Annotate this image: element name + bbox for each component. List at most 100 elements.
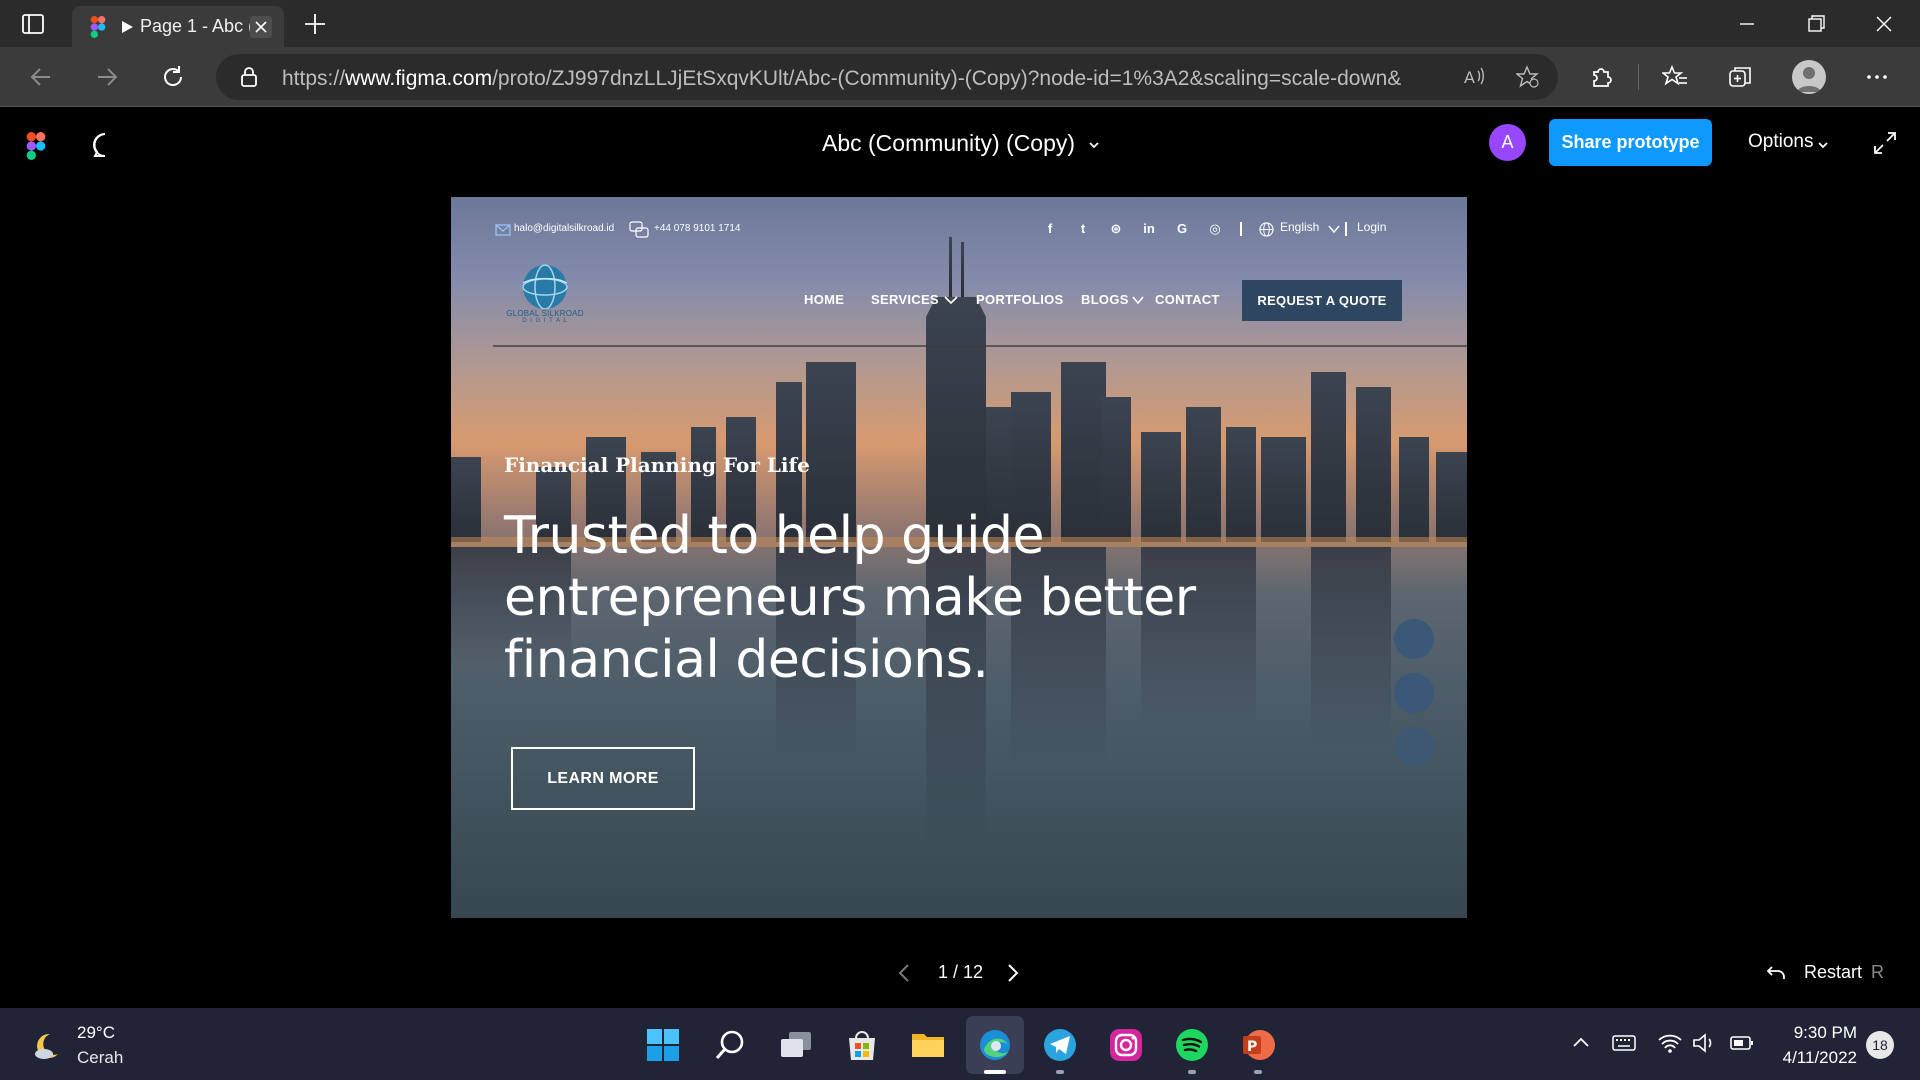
learn-more-button[interactable]: LEARN MORE [511,747,695,810]
forward-icon[interactable] [94,64,120,90]
lock-icon[interactable] [238,66,260,88]
nav-home[interactable]: HOME [804,292,844,307]
slider-dot-2[interactable] [1394,673,1434,713]
wifi-icon[interactable] [1657,1030,1683,1056]
hero-headline: Trusted to help guide entrepreneurs make… [504,505,1204,691]
weather-temperature[interactable]: 29°C [77,1023,115,1043]
refresh-icon[interactable] [160,64,186,90]
minimize-icon[interactable] [1735,12,1759,36]
microsoft-store-icon[interactable] [843,1026,881,1064]
task-view-icon[interactable] [777,1026,815,1064]
previous-frame-icon[interactable] [896,962,914,984]
instagram-icon[interactable] [1107,1026,1145,1064]
telegram-icon[interactable] [1041,1026,1079,1064]
back-icon[interactable] [28,64,54,90]
close-window-icon[interactable] [1872,12,1896,36]
page-counter: 1 / 12 [938,962,984,982]
contact-phone[interactable]: +44 078 9101 1714 [654,223,740,234]
new-tab-icon[interactable] [302,11,328,37]
svg-text:P: P [1247,1039,1257,1055]
contact-email[interactable]: halo@digitalsilkroad.id [514,223,614,234]
headline-line-2: entrepreneurs make better [504,568,1196,628]
weather-condition[interactable]: Cerah [77,1048,123,1068]
svg-text:A: A [1464,68,1475,87]
dribbble-icon[interactable]: ⊛ [1108,221,1124,237]
restart-icon[interactable] [1766,965,1786,981]
extensions-icon[interactable] [1588,64,1614,90]
comment-icon[interactable] [91,131,119,159]
file-title[interactable]: Abc (Community) (Copy) [822,130,1075,157]
powerpoint-running-indicator [1254,1070,1262,1074]
site-logo[interactable]: GLOBAL SILKROAD D I G I T A L [505,263,585,329]
tab-title: Page 1 - Abc (Community) (Copy) [140,16,262,36]
windows-taskbar: 29°C Cerah P 9:30 PM 4/11/2022 18 [0,1008,1920,1080]
toolbar-divider [1638,64,1639,90]
linkedin-icon[interactable]: in [1141,221,1157,237]
favorites-icon[interactable] [1662,64,1688,90]
nav-portfolios[interactable]: PORTFOLIOS [976,292,1064,307]
slider-dot-3[interactable] [1394,727,1434,767]
twitter-icon[interactable]: t [1075,221,1091,237]
notification-badge[interactable]: 18 [1866,1031,1894,1059]
show-hidden-icons-icon[interactable] [1568,1030,1594,1056]
restart-shortcut: R [1871,962,1884,982]
nav-contact[interactable]: CONTACT [1155,292,1220,307]
figma-toolbar: Abc (Community) (Copy) A Share prototype… [0,108,1920,179]
figma-logo-icon[interactable] [26,132,46,160]
address-bar[interactable]: https://www.figma.com/proto/ZJ997dnzLLJj… [216,54,1558,100]
clock-date[interactable]: 4/11/2022 [1772,1048,1857,1068]
battery-icon[interactable] [1729,1030,1755,1056]
powerpoint-icon[interactable]: P [1239,1026,1277,1064]
search-icon[interactable] [711,1026,749,1064]
headline-line-3: financial decisions. [504,630,989,690]
google-icon[interactable]: G [1174,221,1190,237]
restart-button[interactable]: Restart [1804,962,1862,983]
edge-browser-icon[interactable] [976,1026,1014,1064]
prototype-frame[interactable]: halo@digitalsilkroad.id +44 078 9101 171… [451,197,1467,918]
tab-actions-icon[interactable] [21,12,45,36]
language-selector[interactable]: English [1280,220,1319,234]
facebook-icon[interactable]: f [1042,221,1058,237]
browser-tab-active[interactable]: Page 1 - Abc (Community) (Copy) [72,6,284,47]
divider [1240,222,1242,236]
spotify-icon[interactable] [1173,1026,1211,1064]
globe-icon [1259,222,1274,237]
chevron-down-icon[interactable] [1087,138,1101,152]
play-icon [122,20,133,33]
request-quote-button[interactable]: REQUEST A QUOTE [1242,280,1402,321]
globe-logo-icon [522,264,568,309]
add-favorite-icon[interactable] [1516,65,1540,89]
more-options-icon[interactable] [1864,64,1890,90]
next-frame-icon[interactable] [1003,962,1021,984]
nav-blogs[interactable]: BLOGS [1081,292,1129,307]
options-chevron-icon[interactable] [1817,139,1829,151]
options-menu[interactable]: Options [1748,131,1813,153]
figma-favicon-icon [90,15,106,38]
file-explorer-icon[interactable] [909,1026,947,1064]
share-prototype-button[interactable]: Share prototype [1549,119,1712,166]
clock-time[interactable]: 9:30 PM [1772,1023,1857,1043]
blogs-chevron-icon[interactable] [1132,295,1144,305]
profile-icon [1797,67,1821,92]
instagram-icon[interactable]: ◎ [1207,221,1223,237]
moon-weather-icon[interactable] [30,1030,62,1062]
language-chevron-icon[interactable] [1328,224,1340,234]
services-chevron-icon[interactable] [944,295,958,305]
volume-icon[interactable] [1691,1030,1717,1056]
url-text[interactable]: https://www.figma.com/proto/ZJ997dnzLLJj… [282,67,1402,91]
collections-icon[interactable] [1727,64,1753,90]
user-avatar[interactable]: A [1489,124,1526,161]
windows-start-icon[interactable] [644,1026,682,1064]
slider-dot-1[interactable] [1394,619,1434,659]
login-link[interactable]: Login [1357,220,1386,234]
fullscreen-icon[interactable] [1872,130,1898,156]
read-aloud-icon[interactable]: A [1462,65,1486,89]
header-divider [493,345,1467,347]
close-tab-icon[interactable] [250,16,272,38]
keyboard-icon[interactable] [1611,1030,1637,1056]
edge-running-indicator [984,1070,1006,1074]
profile-avatar[interactable] [1792,60,1826,94]
restore-icon[interactable] [1804,12,1828,36]
nav-services[interactable]: SERVICES [871,292,939,307]
browser-tab-strip: Page 1 - Abc (Community) (Copy) [0,0,1920,47]
